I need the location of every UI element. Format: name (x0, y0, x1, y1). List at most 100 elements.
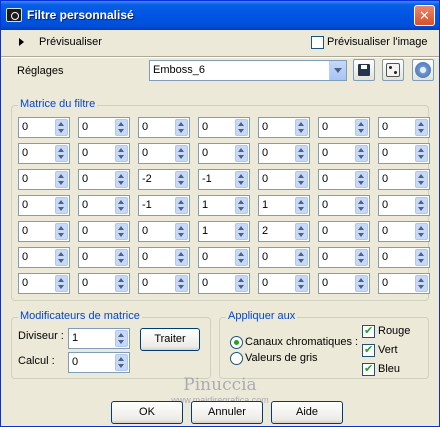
matrix-cell[interactable]: 0 (318, 273, 370, 294)
close-button[interactable]: ✕ (414, 5, 435, 26)
matrix-cell[interactable]: 0 (78, 247, 130, 268)
image-preview-label[interactable]: Prévisualiser l'image (327, 36, 428, 48)
matrix-cell[interactable]: 0 (318, 221, 370, 242)
spinner-arrows-icon[interactable] (55, 197, 68, 214)
spinner-arrows-icon[interactable] (235, 197, 248, 214)
spinner-arrows-icon[interactable] (115, 249, 128, 266)
red-label[interactable]: Rouge (378, 325, 410, 337)
matrix-cell[interactable]: 0 (318, 117, 370, 138)
matrix-cell[interactable]: 0 (258, 143, 310, 164)
matrix-cell[interactable]: 0 (378, 221, 430, 242)
red-checkbox[interactable] (362, 324, 375, 338)
grayscale-radio[interactable] (230, 352, 243, 365)
spinner-arrows-icon[interactable] (175, 275, 188, 292)
matrix-cell[interactable]: -1 (138, 195, 190, 216)
image-preview-checkbox[interactable] (311, 36, 324, 49)
process-button[interactable]: Traiter (140, 328, 200, 351)
spinner-arrows-icon[interactable] (115, 197, 128, 214)
matrix-cell[interactable]: 0 (138, 143, 190, 164)
matrix-cell[interactable]: 0 (18, 169, 70, 190)
matrix-cell[interactable]: 0 (258, 169, 310, 190)
spinner-arrows-icon[interactable] (175, 171, 188, 188)
spinner-arrows-icon[interactable] (175, 223, 188, 240)
spinner-arrows-icon[interactable] (355, 119, 368, 136)
matrix-cell[interactable]: 0 (18, 273, 70, 294)
bias-spinner[interactable]: 0 (68, 352, 130, 373)
matrix-cell[interactable]: 0 (78, 273, 130, 294)
matrix-cell[interactable]: 0 (198, 117, 250, 138)
matrix-cell[interactable]: 0 (78, 221, 130, 242)
matrix-cell[interactable]: 0 (78, 117, 130, 138)
title-bar[interactable]: Filtre personnalisé ✕ (1, 1, 439, 30)
save-preset-button[interactable] (353, 59, 375, 81)
matrix-cell[interactable]: 0 (378, 117, 430, 138)
matrix-cell[interactable]: 0 (18, 247, 70, 268)
expand-arrow-icon[interactable] (19, 38, 24, 46)
spinner-arrows-icon[interactable] (115, 119, 128, 136)
spinner-arrows-icon[interactable] (175, 145, 188, 162)
spinner-arrows-icon[interactable] (115, 354, 128, 371)
matrix-cell[interactable]: -1 (198, 169, 250, 190)
spinner-arrows-icon[interactable] (295, 197, 308, 214)
help-button[interactable]: Aide (271, 401, 343, 424)
matrix-cell[interactable]: 0 (78, 169, 130, 190)
spinner-arrows-icon[interactable] (55, 145, 68, 162)
spinner-arrows-icon[interactable] (355, 275, 368, 292)
matrix-cell[interactable]: 0 (198, 273, 250, 294)
preset-select[interactable]: Emboss_6 (149, 60, 347, 81)
spinner-arrows-icon[interactable] (355, 197, 368, 214)
spinner-arrows-icon[interactable] (175, 249, 188, 266)
spinner-arrows-icon[interactable] (295, 171, 308, 188)
grayscale-label[interactable]: Valeurs de gris (245, 352, 318, 364)
matrix-cell[interactable]: 0 (378, 273, 430, 294)
spinner-arrows-icon[interactable] (415, 223, 428, 240)
matrix-cell[interactable]: 0 (198, 247, 250, 268)
spinner-arrows-icon[interactable] (55, 171, 68, 188)
spinner-arrows-icon[interactable] (295, 119, 308, 136)
spinner-arrows-icon[interactable] (175, 119, 188, 136)
spinner-arrows-icon[interactable] (355, 171, 368, 188)
spinner-arrows-icon[interactable] (55, 249, 68, 266)
chevron-down-icon[interactable] (329, 61, 346, 80)
spinner-arrows-icon[interactable] (355, 145, 368, 162)
divisor-spinner[interactable]: 1 (68, 328, 130, 349)
spinner-arrows-icon[interactable] (115, 171, 128, 188)
spinner-arrows-icon[interactable] (55, 223, 68, 240)
matrix-cell[interactable]: 2 (258, 221, 310, 242)
matrix-cell[interactable]: 0 (138, 247, 190, 268)
matrix-cell[interactable]: 0 (378, 143, 430, 164)
green-checkbox[interactable] (362, 343, 375, 357)
spinner-arrows-icon[interactable] (415, 275, 428, 292)
matrix-cell[interactable]: 0 (318, 247, 370, 268)
matrix-cell[interactable]: 0 (258, 117, 310, 138)
matrix-cell[interactable]: 0 (258, 247, 310, 268)
matrix-cell[interactable]: 0 (138, 221, 190, 242)
ok-button[interactable]: OK (111, 401, 183, 424)
spinner-arrows-icon[interactable] (55, 119, 68, 136)
spinner-arrows-icon[interactable] (415, 119, 428, 136)
spinner-arrows-icon[interactable] (115, 330, 128, 347)
spinner-arrows-icon[interactable] (115, 145, 128, 162)
matrix-cell[interactable]: 1 (198, 195, 250, 216)
blue-label[interactable]: Bleu (378, 363, 400, 375)
spinner-arrows-icon[interactable] (115, 275, 128, 292)
spinner-arrows-icon[interactable] (355, 249, 368, 266)
spinner-arrows-icon[interactable] (415, 145, 428, 162)
matrix-cell[interactable]: 0 (198, 143, 250, 164)
matrix-cell[interactable]: 0 (378, 195, 430, 216)
spinner-arrows-icon[interactable] (355, 223, 368, 240)
matrix-cell[interactable]: 1 (198, 221, 250, 242)
channels-label[interactable]: Canaux chromatiques : (245, 336, 358, 348)
matrix-cell[interactable]: 0 (318, 195, 370, 216)
spinner-arrows-icon[interactable] (295, 223, 308, 240)
spinner-arrows-icon[interactable] (235, 249, 248, 266)
matrix-cell[interactable]: 0 (258, 273, 310, 294)
spinner-arrows-icon[interactable] (415, 197, 428, 214)
matrix-cell[interactable]: 0 (78, 143, 130, 164)
spinner-arrows-icon[interactable] (295, 249, 308, 266)
spinner-arrows-icon[interactable] (235, 119, 248, 136)
spinner-arrows-icon[interactable] (235, 223, 248, 240)
green-label[interactable]: Vert (378, 344, 398, 356)
spinner-arrows-icon[interactable] (295, 275, 308, 292)
spinner-arrows-icon[interactable] (175, 197, 188, 214)
